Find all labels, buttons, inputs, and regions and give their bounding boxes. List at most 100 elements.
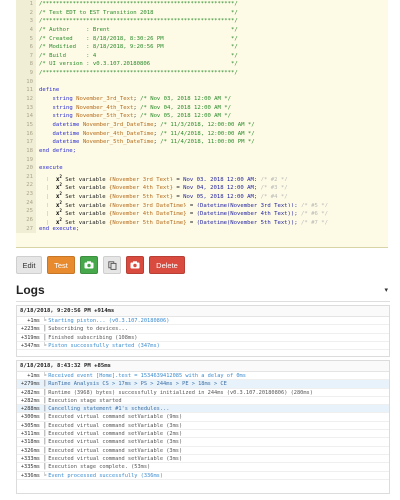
code-line: 8/* UI version : v0.3.107.20180806 */ bbox=[16, 60, 388, 70]
variable-type: datetime bbox=[52, 139, 80, 146]
log-session-timestamp[interactable]: 8/18/2018, 8:43:32 PM +85ms bbox=[17, 361, 389, 372]
log-time: +326ms bbox=[20, 447, 40, 454]
log-message-cell: ╘ Starting piston... (v0.3.107.20180806) bbox=[43, 317, 169, 324]
log-entry: +305ms ║ Executed virtual command setVaria… bbox=[17, 422, 389, 431]
code-line: 14 string November_5th_Text; /* Nov 05, … bbox=[16, 112, 388, 121]
log-indent-icon: ╘ bbox=[43, 318, 47, 324]
line-number: 23 bbox=[16, 190, 36, 199]
log-time: +1ms bbox=[27, 373, 40, 379]
line-number: 2 bbox=[16, 8, 36, 18]
chevron-down-icon[interactable]: ▾ bbox=[384, 286, 388, 294]
code-line: 13 string November_4th_Text; /* Nov 04, … bbox=[16, 103, 388, 113]
log-time: +282ms bbox=[20, 397, 40, 404]
variable-comment: /* 11/3/2018, 12:00:00 AM */ bbox=[160, 121, 255, 128]
log-time: +319ms bbox=[20, 334, 40, 341]
log-time: +223ms bbox=[20, 326, 40, 333]
log-time: +300ms bbox=[20, 414, 40, 421]
code-line: 6/* Modified : 8/18/2018, 9:20:56 PM */ bbox=[16, 43, 388, 52]
log-time: +288ms bbox=[20, 406, 40, 413]
code-text: | x2 Set variable {November_5th_Text} = … bbox=[36, 190, 288, 199]
logs-title: Logs bbox=[16, 283, 45, 297]
line-number: 8 bbox=[16, 60, 36, 70]
log-message-cell: ║ Execution stage started bbox=[43, 397, 122, 404]
line-number: 10 bbox=[16, 77, 36, 87]
variable-name: November_5th_Text bbox=[76, 113, 134, 120]
header-comment: /* Author : Brent */ bbox=[39, 26, 238, 33]
log-time: +347ms bbox=[20, 342, 40, 349]
log-session-timestamp[interactable]: 8/18/2018, 9:20:56 PM +914ms bbox=[17, 306, 389, 317]
variable-name: November_4th_Text bbox=[76, 104, 134, 111]
log-entry: +1ms ╘ Received event [Home].test = 153463… bbox=[17, 372, 389, 381]
header-comment: /* Test EDT to EST Transition 2018 */ bbox=[39, 9, 238, 16]
log-entry: +333ms ║ Executed virtual command setVaria… bbox=[17, 455, 389, 464]
log-message: Execution stage started bbox=[48, 397, 122, 404]
line-number: 17 bbox=[16, 138, 36, 147]
log-entry: +311ms ║ Executed virtual command setVaria… bbox=[17, 430, 389, 439]
delete-button[interactable]: Delete bbox=[149, 256, 185, 274]
code-text: | x2 Set variable {November_3rd_DateTime… bbox=[36, 199, 328, 208]
log-indent-icon: ║ bbox=[43, 422, 47, 429]
log-time: +333ms bbox=[20, 455, 40, 462]
header-comment: /* UI version : v0.3.107.20180806 */ bbox=[39, 61, 238, 68]
log-message-cell: ║ Executed virtual command setVariable (3… bbox=[43, 455, 182, 462]
copy-button[interactable] bbox=[103, 256, 121, 274]
line-number: 25 bbox=[16, 207, 36, 217]
variable-type: string bbox=[52, 113, 73, 120]
line-number: 3 bbox=[16, 17, 36, 26]
code-text: string November_3rd_Text; /* Nov 03, 201… bbox=[36, 95, 231, 104]
log-indent-icon: ║ bbox=[43, 455, 47, 462]
code-text: string November_4th_Text; /* Nov 04, 201… bbox=[36, 104, 231, 113]
log-indent-icon: ╘ bbox=[43, 373, 47, 379]
code-text: | x2 Set variable {November_5th_DateTime… bbox=[36, 216, 328, 225]
snapshot-icon-button[interactable] bbox=[126, 256, 144, 274]
log-indent-icon: ║ bbox=[43, 447, 47, 454]
log-message: Executed virtual command setVariable (3m… bbox=[48, 447, 183, 454]
code-text: datetime November_3rd_DateTime; /* 11/3/… bbox=[36, 121, 255, 130]
code-text: end execute; bbox=[36, 225, 79, 234]
log-entry: +282ms ║ Runtime (3968) bytes) successfull… bbox=[17, 389, 389, 397]
line-number: 9 bbox=[16, 69, 36, 78]
header-comment: /***************************************… bbox=[39, 70, 238, 77]
code-line: 2/* Test EDT to EST Transition 2018 */ bbox=[16, 8, 388, 18]
log-entry: +318ms ║ Executed virtual command setVaria… bbox=[17, 438, 389, 447]
log-entry: +347ms ╘ Piston successfully started (347m… bbox=[17, 342, 389, 351]
log-message: Executed virtual command setVariable (3m… bbox=[48, 455, 183, 462]
variable-comment: /* Nov 05, 2018 12:00 AM */ bbox=[140, 113, 232, 120]
code-text: define bbox=[36, 86, 59, 95]
code-line: 7/* Build : 4 */ bbox=[16, 51, 388, 61]
code-text: /* UI version : v0.3.107.20180806 */ bbox=[36, 60, 238, 69]
line-number: 27 bbox=[16, 224, 36, 234]
log-message-cell: ╘ Received event [Home].test = 1534639412… bbox=[43, 372, 246, 379]
edit-button[interactable]: Edit bbox=[16, 256, 42, 274]
log-time: +311ms bbox=[20, 431, 40, 438]
code-line: 18 end define; bbox=[16, 146, 388, 156]
code-line: 3/**************************************… bbox=[16, 17, 388, 26]
code-line: 15 datetime November_3rd_DateTime; /* 11… bbox=[16, 120, 388, 130]
line-number: 20 bbox=[16, 164, 36, 173]
code-text: /* Test EDT to EST Transition 2018 */ bbox=[36, 9, 238, 18]
test-button[interactable]: Test bbox=[47, 256, 75, 274]
code-text: datetime November_4th_DateTime; /* 11/4/… bbox=[36, 130, 254, 139]
log-message: Executed virtual command setVariable (9m… bbox=[48, 414, 183, 421]
line-number: 1 bbox=[16, 0, 36, 9]
statement-variable: {November_5th_DateTime} bbox=[109, 220, 187, 225]
log-message-cell: ║ Cancelling statement #1's schedules... bbox=[43, 405, 169, 412]
log-indent-icon: ║ bbox=[43, 397, 47, 404]
line-number: 19 bbox=[16, 155, 36, 165]
line-number: 21 bbox=[16, 172, 36, 182]
code-line: 21 | x2 Set variable {November_3rd_Text}… bbox=[16, 172, 388, 182]
log-message-cell: ║ Executed virtual command setVariable (3… bbox=[43, 447, 182, 454]
log-indent-icon: ║ bbox=[43, 414, 47, 421]
code-line: 23 | x2 Set variable {November_5th_Text}… bbox=[16, 190, 388, 199]
line-number: 14 bbox=[16, 112, 36, 121]
header-comment: /* Created : 8/18/2018, 8:30:26 PM */ bbox=[39, 35, 238, 42]
log-message: Starting piston... (v0.3.107.20180806) bbox=[48, 318, 170, 324]
camera-icon-button[interactable] bbox=[80, 256, 98, 274]
log-entry: +223ms ║ Subscribing to devices... bbox=[17, 325, 389, 334]
line-number: 5 bbox=[16, 34, 36, 44]
statement-value: (Datetime(November_5th_Text)); bbox=[196, 220, 298, 225]
line-number: 13 bbox=[16, 103, 36, 113]
